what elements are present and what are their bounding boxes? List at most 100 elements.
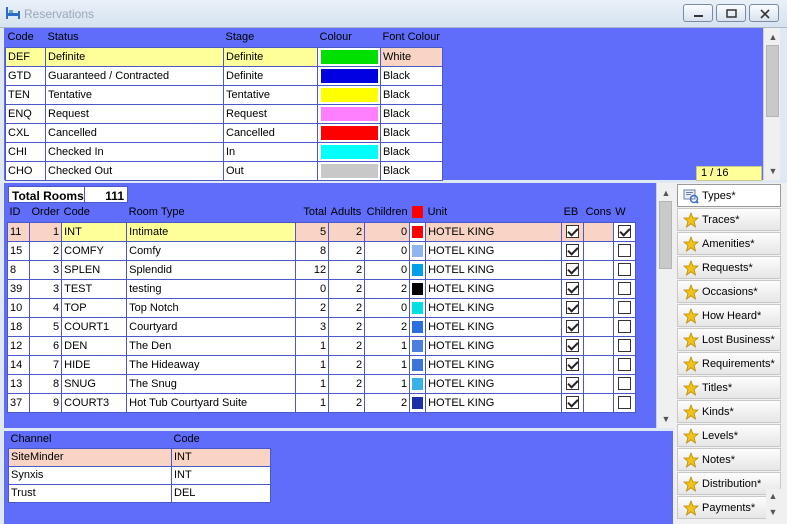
status-stage-cell[interactable]: Cancelled — [223, 122, 318, 143]
table-row[interactable]: ENQ Request Request Black — [5, 103, 443, 124]
room-total-cell[interactable]: 1 — [295, 373, 330, 394]
room-unit-cell[interactable]: HOTEL KING — [425, 392, 563, 413]
status-colour-cell[interactable] — [317, 122, 381, 143]
status-font-colour-cell[interactable]: Black — [380, 103, 443, 124]
col-header-eb[interactable]: EB — [562, 203, 584, 222]
room-adults-cell[interactable]: 2 — [328, 373, 366, 394]
room-children-cell[interactable]: 0 — [364, 259, 411, 280]
room-w-cell[interactable] — [612, 259, 636, 280]
table-row[interactable]: CXL Cancelled Cancelled Black — [5, 122, 443, 143]
table-row[interactable]: 10 4 TOP Top Notch 2 2 0 HOTEL KING — [7, 297, 636, 318]
status-name-cell[interactable]: Cancelled — [45, 122, 224, 143]
room-id-cell[interactable]: 15 — [7, 240, 30, 261]
room-id-cell[interactable]: 37 — [7, 392, 30, 413]
status-colour-cell[interactable] — [317, 65, 381, 86]
room-adults-cell[interactable]: 2 — [328, 335, 366, 356]
eb-checkbox[interactable] — [566, 225, 580, 238]
room-children-cell[interactable]: 0 — [364, 221, 411, 242]
status-code-cell[interactable]: GTD — [5, 65, 46, 86]
room-adults-cell[interactable]: 2 — [328, 278, 366, 299]
scroll-down-icon[interactable]: ▼ — [768, 507, 778, 517]
col-header-colour[interactable]: Colour — [318, 28, 381, 47]
room-cons-cell[interactable] — [583, 316, 614, 337]
sidebar-item-requests[interactable]: Requests* — [677, 256, 781, 279]
room-children-cell[interactable]: 1 — [364, 335, 411, 356]
room-order-cell[interactable]: 6 — [28, 335, 63, 356]
room-colour-cell[interactable] — [409, 354, 427, 375]
status-code-cell[interactable]: CHO — [5, 160, 46, 181]
scroll-down-icon[interactable]: ▼ — [768, 166, 778, 176]
col-header-total[interactable]: Total — [296, 203, 329, 222]
status-code-cell[interactable]: TEN — [5, 84, 46, 105]
eb-checkbox[interactable] — [566, 377, 580, 390]
room-cons-cell[interactable] — [583, 354, 614, 375]
status-stage-cell[interactable]: Definite — [223, 65, 318, 86]
room-unit-cell[interactable]: HOTEL KING — [425, 373, 563, 394]
table-row[interactable]: CHO Checked Out Out Black — [5, 160, 443, 181]
status-colour-cell[interactable] — [317, 160, 381, 181]
room-code-cell[interactable]: COURT3 — [61, 392, 128, 413]
room-w-cell[interactable] — [612, 373, 636, 394]
room-code-cell[interactable]: TOP — [61, 297, 128, 318]
room-eb-cell[interactable] — [561, 335, 585, 356]
col-header-font-colour[interactable]: Font Colour — [381, 28, 443, 47]
table-row[interactable]: 14 7 HIDE The Hideaway 1 2 1 HOTEL KING — [7, 354, 636, 375]
room-code-cell[interactable]: COMFY — [61, 240, 128, 261]
room-id-cell[interactable]: 13 — [7, 373, 30, 394]
col-header-unit[interactable]: Unit — [426, 203, 562, 222]
room-colour-cell[interactable] — [409, 373, 427, 394]
table-row[interactable]: TEN Tentative Tentative Black — [5, 84, 443, 105]
room-unit-cell[interactable]: HOTEL KING — [425, 297, 563, 318]
room-unit-cell[interactable]: HOTEL KING — [425, 278, 563, 299]
room-eb-cell[interactable] — [561, 221, 585, 242]
room-cons-cell[interactable] — [583, 240, 614, 261]
col-header-colour[interactable] — [410, 203, 426, 222]
channel-name-cell[interactable]: Synxis — [8, 465, 172, 485]
col-header-code[interactable]: Code — [172, 431, 271, 448]
eb-checkbox[interactable] — [566, 263, 580, 276]
status-stage-cell[interactable]: Request — [223, 103, 318, 124]
room-adults-cell[interactable]: 2 — [328, 354, 366, 375]
room-id-cell[interactable]: 18 — [7, 316, 30, 337]
eb-checkbox[interactable] — [566, 282, 580, 295]
w-checkbox[interactable] — [617, 282, 631, 295]
room-unit-cell[interactable]: HOTEL KING — [425, 221, 563, 242]
room-total-cell[interactable]: 2 — [295, 297, 330, 318]
room-id-cell[interactable]: 8 — [7, 259, 30, 280]
room-order-cell[interactable]: 3 — [28, 259, 63, 280]
room-grid-scrollbar[interactable]: ▲ ▼ — [656, 183, 673, 428]
table-row[interactable]: SiteMinder INT — [8, 447, 271, 467]
room-unit-cell[interactable]: HOTEL KING — [425, 354, 563, 375]
room-children-cell[interactable]: 2 — [364, 278, 411, 299]
minimize-button[interactable] — [683, 4, 713, 22]
room-code-cell[interactable]: SPLEN — [61, 259, 128, 280]
table-row[interactable]: 15 2 COMFY Comfy 8 2 0 HOTEL KING — [7, 240, 636, 261]
table-row[interactable]: 39 3 TEST testing 0 2 2 HOTEL KING — [7, 278, 636, 299]
room-adults-cell[interactable]: 2 — [328, 297, 366, 318]
table-row[interactable]: 13 8 SNUG The Snug 1 2 1 HOTEL KING — [7, 373, 636, 394]
status-code-cell[interactable]: DEF — [5, 46, 46, 67]
eb-checkbox[interactable] — [566, 358, 580, 371]
room-children-cell[interactable]: 0 — [364, 240, 411, 261]
room-total-cell[interactable]: 0 — [295, 278, 330, 299]
room-code-cell[interactable]: COURT1 — [61, 316, 128, 337]
status-name-cell[interactable]: Guaranteed / Contracted — [45, 65, 224, 86]
maximize-button[interactable] — [716, 4, 746, 22]
sidebar-item-notes[interactable]: Notes* — [677, 448, 781, 471]
eb-checkbox[interactable] — [566, 320, 580, 333]
table-row[interactable]: 18 5 COURT1 Courtyard 3 2 2 HOTEL KING — [7, 316, 636, 337]
w-checkbox[interactable] — [617, 244, 631, 257]
room-unit-cell[interactable]: HOTEL KING — [425, 316, 563, 337]
room-code-cell[interactable]: HIDE — [61, 354, 128, 375]
status-stage-cell[interactable]: In — [223, 141, 318, 162]
room-order-cell[interactable]: 1 — [28, 221, 63, 242]
col-header-order[interactable]: Order — [30, 203, 62, 222]
sidebar-scroller[interactable]: ▲ ▼ — [766, 489, 781, 520]
eb-checkbox[interactable] — [566, 339, 580, 352]
w-checkbox[interactable] — [617, 263, 631, 276]
room-id-cell[interactable]: 39 — [7, 278, 30, 299]
room-cons-cell[interactable] — [583, 335, 614, 356]
room-total-cell[interactable]: 5 — [295, 221, 330, 242]
room-total-cell[interactable]: 1 — [295, 354, 330, 375]
room-w-cell[interactable] — [612, 297, 636, 318]
